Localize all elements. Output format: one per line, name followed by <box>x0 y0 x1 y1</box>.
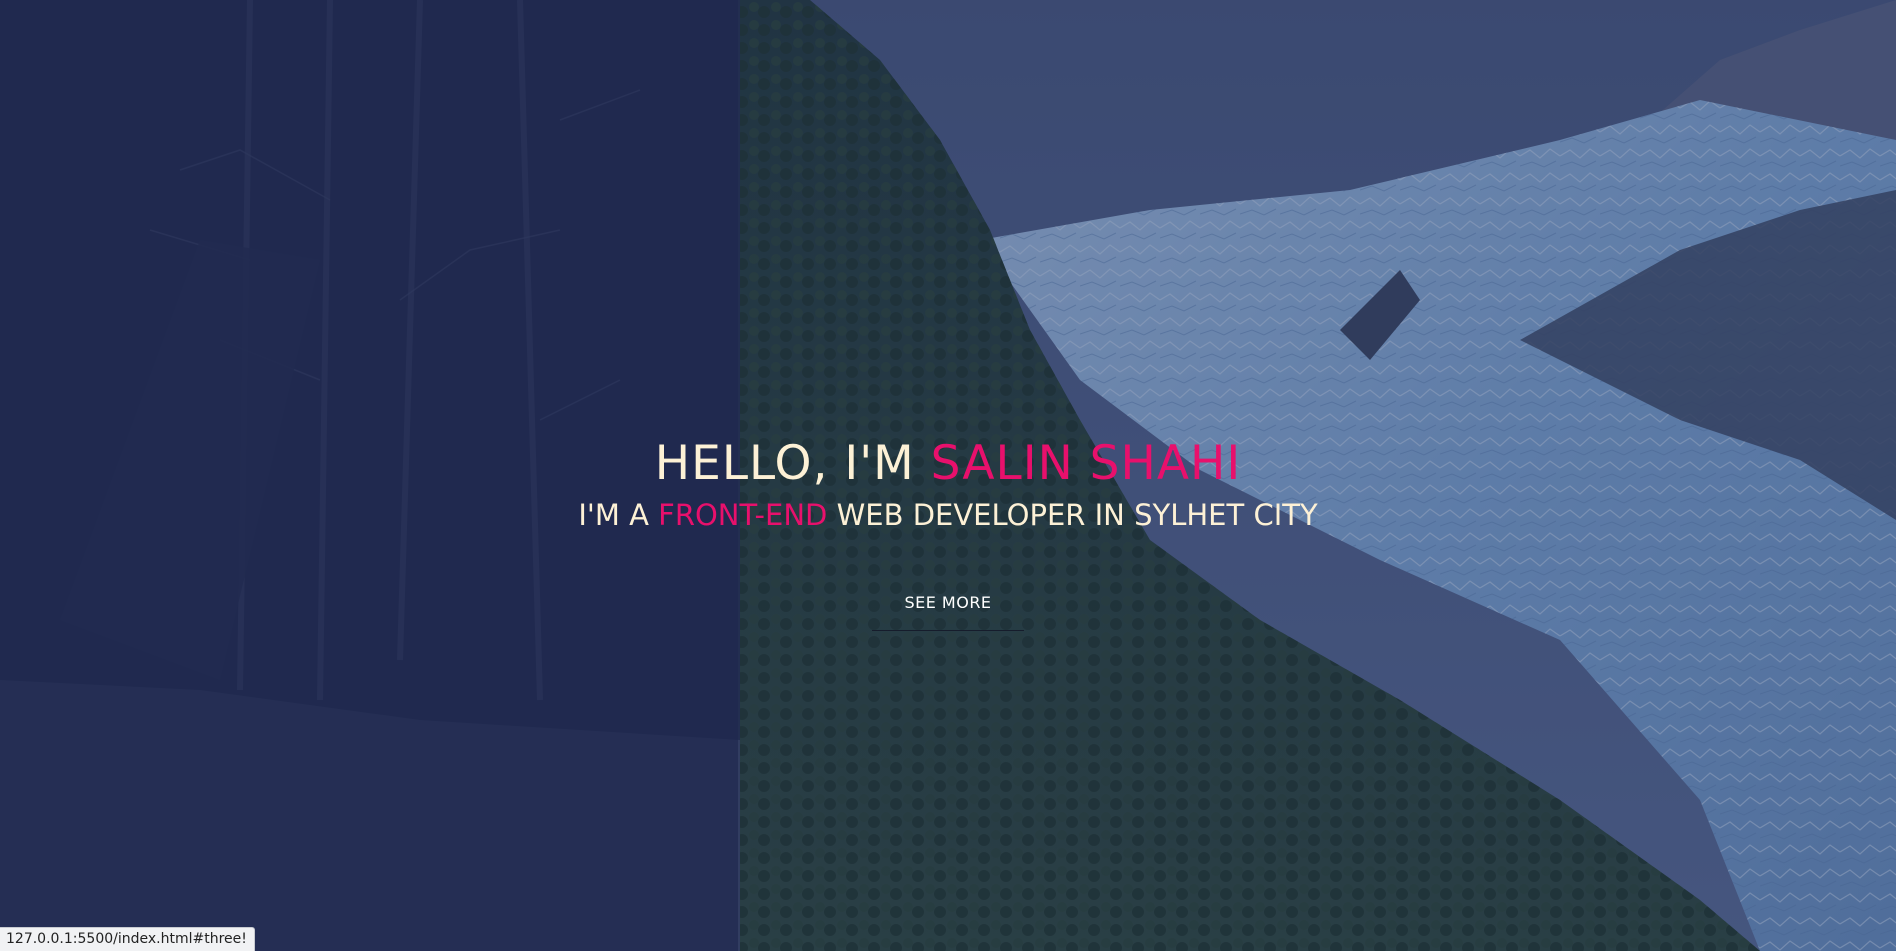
subline-accent: FRONT-END <box>658 498 828 532</box>
see-more-button[interactable]: SEE MORE <box>872 581 1024 631</box>
subline-prefix: I'M A <box>578 498 659 532</box>
headline-prefix: HELLO, I'M <box>654 436 931 491</box>
headline-name: SALIN SHAHI <box>930 436 1242 491</box>
browser-status-bar-url: 127.0.0.1:5500/index.html#three! <box>0 927 255 951</box>
hero-headline: HELLO, I'M SALIN SHAHI <box>0 435 1896 493</box>
hero-subline: I'M A FRONT-END WEB DEVELOPER IN SYLHET … <box>0 495 1896 535</box>
subline-suffix: WEB DEVELOPER IN SYLHET CITY <box>827 498 1318 532</box>
hero-section: HELLO, I'M SALIN SHAHI I'M A FRONT-END W… <box>0 0 1896 951</box>
hero-content: HELLO, I'M SALIN SHAHI I'M A FRONT-END W… <box>0 435 1896 631</box>
